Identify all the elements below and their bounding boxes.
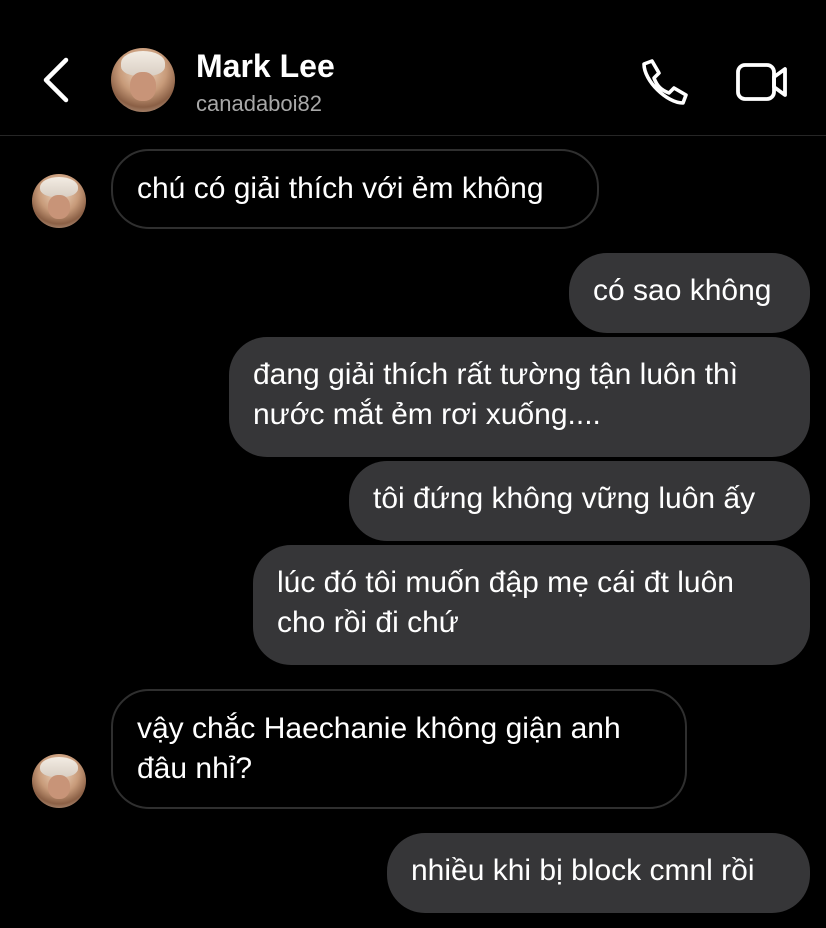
avatar[interactable] [32, 174, 86, 228]
video-call-button[interactable] [734, 56, 790, 108]
message-text: có sao không [593, 274, 772, 307]
message-text: tôi đứng không vững luôn ấy [373, 482, 756, 515]
message-text: nhiều khi bị block cmnl rồi [411, 854, 755, 887]
avatar[interactable] [111, 48, 175, 112]
message-text: nước mắt ẻm rơi xuống.... [253, 398, 601, 431]
message-text: cho rồi đi chứ [277, 606, 459, 639]
message-bubble-outgoing[interactable]: tôi đứng không vững luôn ấy [349, 461, 810, 541]
message-text: đang giải thích rất tường tận luôn thì [253, 358, 739, 391]
message-bubble-outgoing[interactable]: đang giải thích rất tường tận luôn thì n… [229, 337, 810, 457]
video-camera-icon [736, 63, 787, 101]
call-button[interactable] [638, 56, 690, 108]
phone-icon [642, 59, 688, 105]
message-text: vậy chắc Haechanie không giận anh [137, 712, 621, 745]
contact-handle: canadaboi82 [196, 91, 323, 116]
message-bubble-outgoing[interactable]: có sao không [569, 253, 810, 333]
contact-name[interactable]: Mark Lee [196, 47, 335, 85]
message-bubble-outgoing[interactable]: nhiều khi bị block cmnl rồi [387, 833, 810, 913]
message-bubble-outgoing[interactable]: lúc đó tôi muốn đập mẹ cái đt luôn cho r… [253, 545, 810, 665]
message-bubble-incoming[interactable]: vậy chắc Haechanie không giận anh đâu nh… [111, 689, 687, 809]
message-text: đâu nhỉ? [137, 752, 253, 785]
message-bubble-incoming[interactable]: chú có giải thích với ẻm không [111, 149, 599, 229]
message-text: chú có giải thích với ẻm không [137, 172, 544, 205]
chat-screen: Mark Lee canadaboi82 chú có giải thích v… [0, 0, 826, 928]
avatar[interactable] [32, 754, 86, 808]
chat-header: Mark Lee canadaboi82 [0, 0, 826, 136]
back-button[interactable] [34, 52, 78, 108]
message-text: lúc đó tôi muốn đập mẹ cái đt luôn [277, 566, 734, 599]
chevron-left-icon [43, 57, 69, 103]
